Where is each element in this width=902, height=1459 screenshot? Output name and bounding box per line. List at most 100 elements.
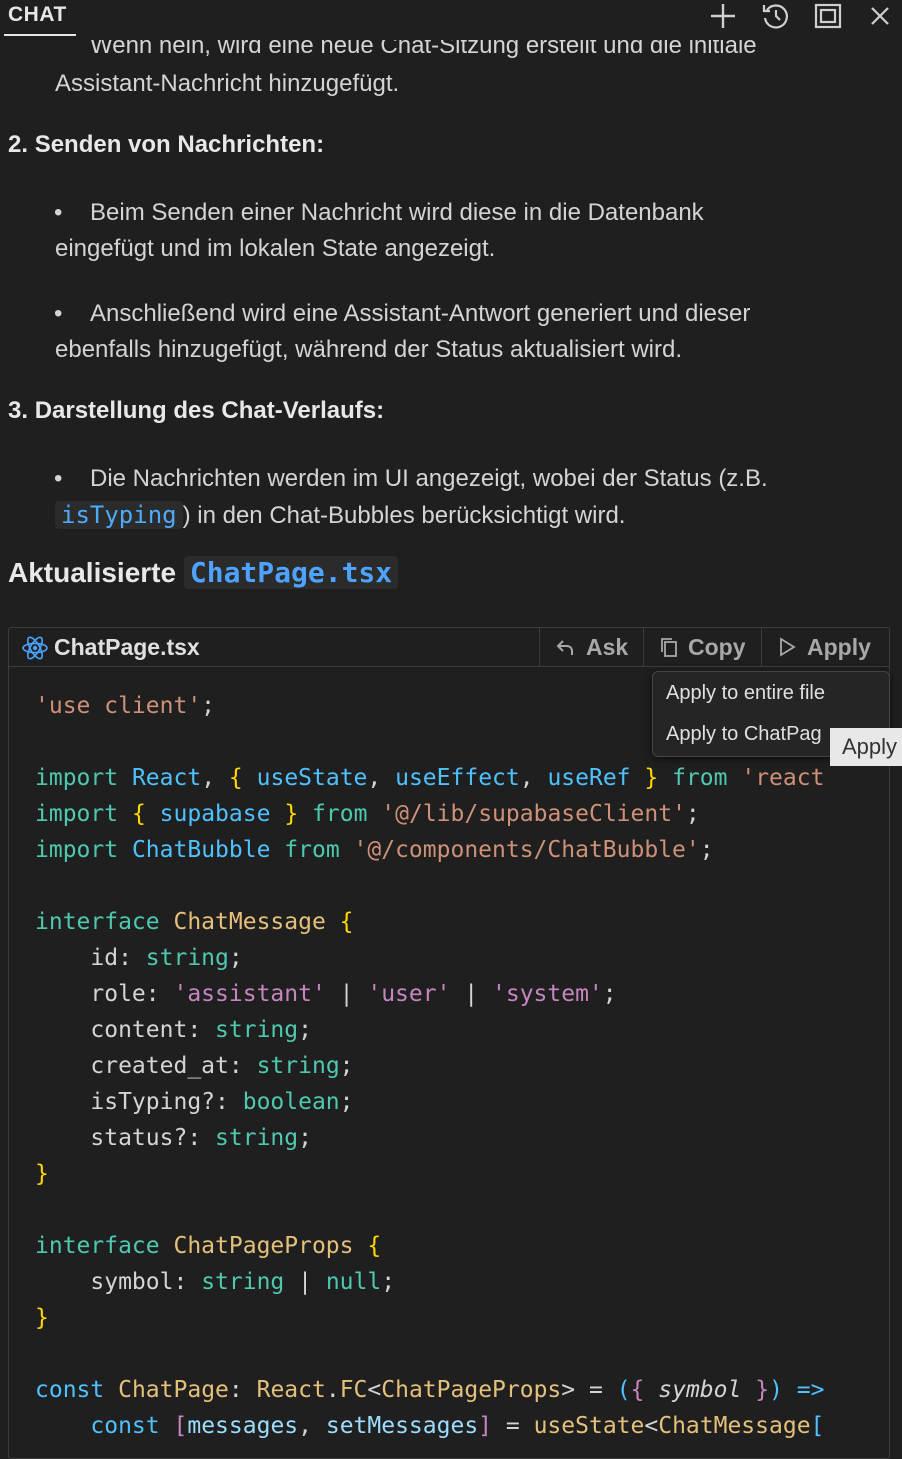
code-token: } <box>35 1305 49 1331</box>
code-token: { <box>367 1233 382 1259</box>
code-token: symbol <box>90 1269 174 1295</box>
code-token: from <box>672 765 728 791</box>
copy-icon <box>658 636 680 658</box>
code-token: boolean <box>242 1089 340 1115</box>
list-item: Beim Senden einer Nachricht wird diese i… <box>54 195 704 231</box>
code-line: content: string; <box>90 1017 312 1043</box>
code-token: messages <box>187 1413 299 1439</box>
code-line: id: string; <box>90 945 243 971</box>
code-token: ChatBubble <box>131 837 271 863</box>
code-token: ; <box>699 837 714 863</box>
code-token: } <box>35 1161 49 1187</box>
code-token: '@/components/ChatBubble' <box>353 837 700 863</box>
inline-code-filename: ChatPage.tsx <box>183 556 399 589</box>
apply-to-entire-file-option[interactable]: Apply to entire file <box>666 682 825 705</box>
code-token: => <box>796 1377 825 1403</box>
code-token: role <box>90 981 146 1007</box>
list-heading-title: Darstellung des Chat-Verlaufs: <box>34 397 385 424</box>
copy-button[interactable]: Copy <box>643 628 762 666</box>
code-token: ) <box>769 1377 783 1403</box>
code-token: const <box>35 1377 105 1403</box>
code-token: ChatMessage <box>173 909 326 935</box>
code-token: ChatPageProps <box>381 1377 562 1403</box>
ask-label: Ask <box>586 634 629 660</box>
code-token: ChatMessage <box>658 1413 811 1439</box>
code-token: useEffect <box>395 765 520 791</box>
code-token: string <box>201 1269 285 1295</box>
chat-tab[interactable]: CHAT <box>8 3 67 27</box>
active-tab-indicator <box>4 34 76 36</box>
code-token: } <box>644 765 659 791</box>
code-token: isTyping? <box>90 1089 216 1115</box>
code-token: string <box>215 1125 299 1151</box>
code-line: interface ChatMessage { <box>35 904 865 940</box>
code-token: < <box>644 1413 659 1439</box>
code-block-header: ChatPage.tsx Ask Copy Apply <box>9 628 889 667</box>
list-item: Anschließend wird eine Assistant-Antwort… <box>54 296 750 332</box>
code-token: { <box>339 909 354 935</box>
code-token: > <box>561 1377 576 1403</box>
code-line: status?: string; <box>90 1125 312 1151</box>
code-token: interface <box>35 909 160 935</box>
code-token: ChatPage <box>118 1377 229 1403</box>
code-token: < <box>367 1377 382 1403</box>
code-token: useState <box>256 765 368 791</box>
code-token: supabase <box>159 801 271 827</box>
code-token: string <box>215 1017 299 1043</box>
code-token: 'system' <box>492 981 603 1007</box>
section-heading: Aktualisierte ChatPage.tsx <box>8 556 399 589</box>
list-item-text: ) in den Chat-Bubbles berücksichtigt wir… <box>182 502 626 529</box>
ask-button[interactable]: Ask <box>539 628 644 666</box>
chat-panel-header: CHAT <box>0 0 902 40</box>
plus-icon[interactable] <box>707 2 739 30</box>
code-token: 'assistant' <box>173 981 326 1007</box>
close-icon[interactable] <box>864 2 896 30</box>
list-heading: 3. Darstellung des Chat-Verlaufs: <box>8 397 384 425</box>
copy-label: Copy <box>688 634 746 660</box>
maximize-icon[interactable] <box>812 2 844 30</box>
inline-code: isTyping <box>55 501 183 529</box>
code-token: from <box>312 801 368 827</box>
code-line: const [messages, setMessages] = useState… <box>90 1413 825 1439</box>
code-filename: ChatPage.tsx <box>54 634 200 660</box>
code-token: import <box>35 837 119 863</box>
history-icon[interactable] <box>760 2 792 30</box>
tooltip-text: Apply <box>842 734 898 759</box>
code-line: role: 'assistant' | 'user' | 'system'; <box>90 981 617 1007</box>
list-item-continuation: ebenfalls hinzugefügt, während der Statu… <box>55 336 683 363</box>
react-file-icon <box>21 634 49 662</box>
code-token: } <box>284 801 299 827</box>
code-content: 'use client'; import React, { useState, … <box>35 688 865 1444</box>
code-token: FC <box>339 1377 368 1403</box>
list-heading-title: Senden von Nachrichten: <box>34 131 325 158</box>
code-line: const ChatPage: React.FC<ChatPageProps> … <box>35 1377 825 1403</box>
code-token: interface <box>35 1233 160 1259</box>
code-token: } <box>755 1377 770 1403</box>
code-token: created_at <box>90 1053 229 1079</box>
code-token: null <box>325 1269 382 1295</box>
apply-to-chatpage-option[interactable]: Apply to ChatPag <box>666 723 822 746</box>
code-token: React <box>131 765 202 791</box>
code-token: string <box>256 1053 340 1079</box>
code-line: import React, { useState, useEffect, use… <box>35 765 825 791</box>
code-line: import ChatBubble from '@/components/Cha… <box>35 832 865 868</box>
apply-button[interactable]: Apply <box>761 628 890 666</box>
code-token: React <box>256 1377 326 1403</box>
code-line: isTyping?: boolean; <box>90 1089 354 1115</box>
list-item-continuation: isTyping) in den Chat-Bubbles berücksich… <box>55 497 625 534</box>
list-item: Die Nachrichten werden im UI angezeigt, … <box>54 461 768 497</box>
code-token: { <box>630 1377 645 1403</box>
code-token: { <box>131 801 146 827</box>
code-token: ; <box>201 693 216 719</box>
code-line: created_at: string; <box>90 1053 354 1079</box>
code-token: useRef <box>547 765 631 791</box>
code-token: useState <box>533 1413 645 1439</box>
code-line: } <box>35 1156 865 1192</box>
code-token: ( <box>616 1377 631 1403</box>
message-text: Assistant-Nachricht hinzugefügt. <box>55 70 400 97</box>
code-token: symbol <box>658 1377 742 1403</box>
apply-tooltip: Apply <box>830 728 902 766</box>
list-number: 3. <box>8 397 29 424</box>
